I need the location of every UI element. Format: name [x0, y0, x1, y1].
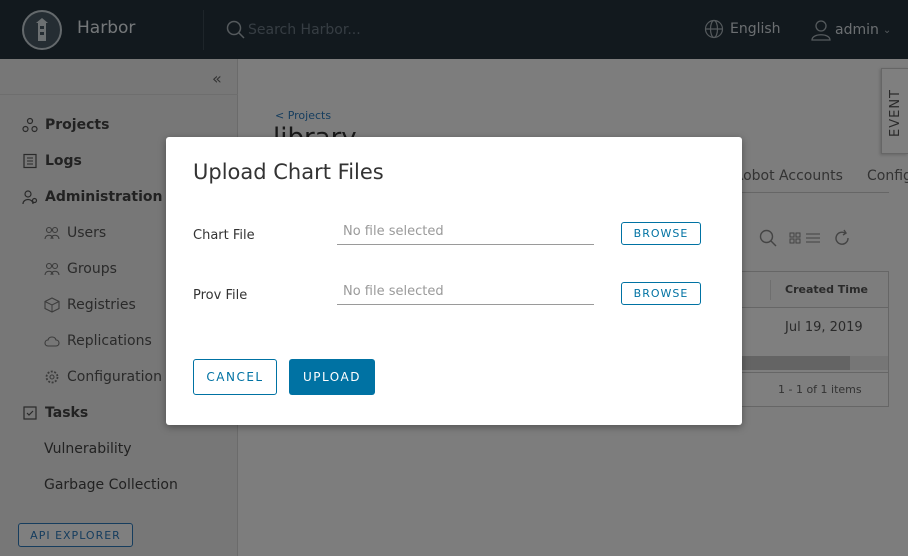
modal-title: Upload Chart Files — [193, 160, 384, 184]
chart-file-label: Chart File — [193, 228, 255, 243]
upload-chart-modal: Upload Chart Files Chart File No file se… — [166, 137, 742, 425]
upload-button[interactable]: UPLOAD — [289, 359, 375, 395]
cancel-button[interactable]: CANCEL — [193, 359, 277, 395]
prov-file-label: Prov File — [193, 288, 248, 303]
prov-browse-button[interactable]: BROWSE — [621, 282, 701, 305]
prov-file-input[interactable]: No file selected — [337, 281, 594, 305]
chart-file-input[interactable]: No file selected — [337, 221, 594, 245]
chart-browse-button[interactable]: BROWSE — [621, 222, 701, 245]
